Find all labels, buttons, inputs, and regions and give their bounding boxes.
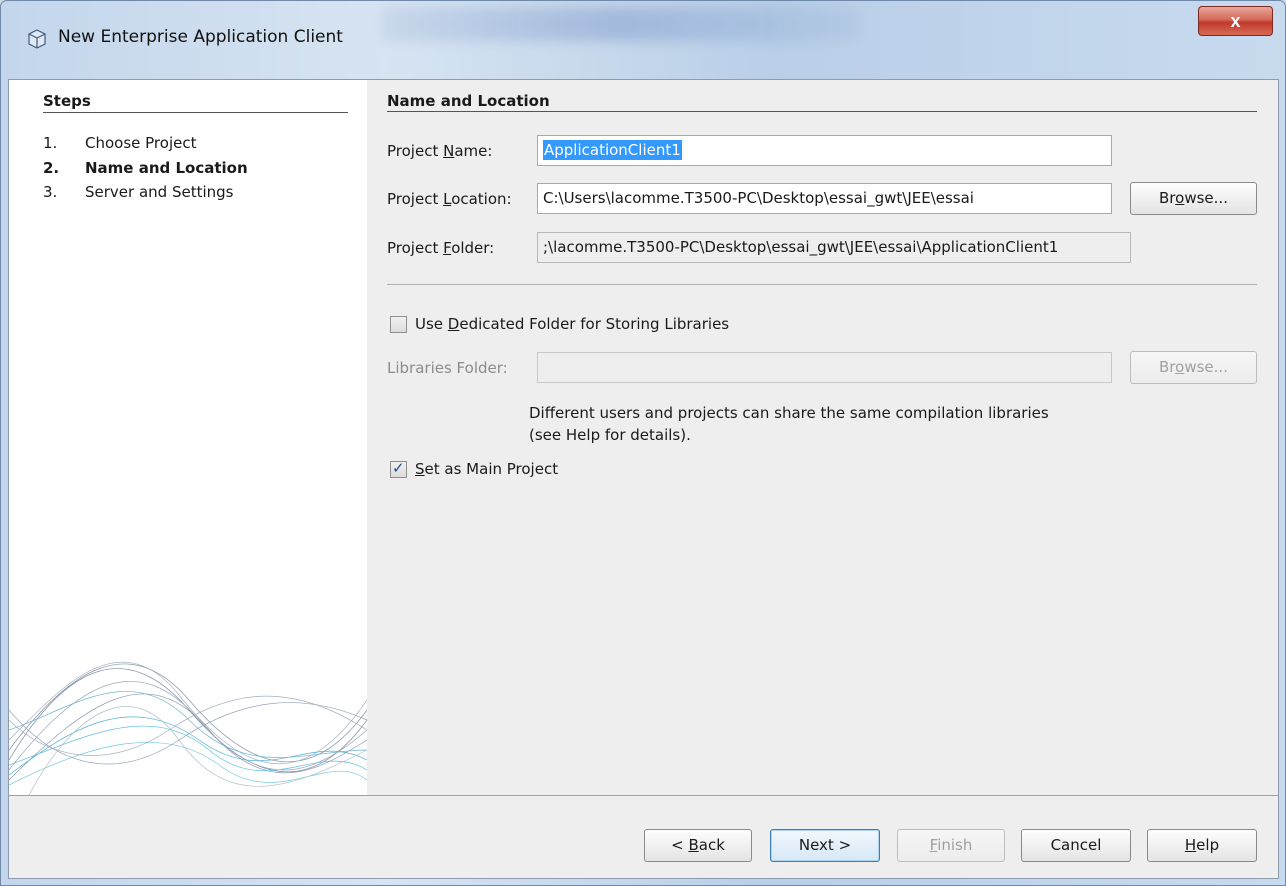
steps-divider xyxy=(43,112,348,113)
decorative-wave-graphic xyxy=(9,661,367,795)
footer-divider xyxy=(9,795,1278,796)
close-icon: x xyxy=(1230,11,1241,31)
close-button[interactable]: x xyxy=(1198,6,1273,36)
project-location-input[interactable]: C:\Users\lacomme.T3500-PC\Desktop\essai_… xyxy=(537,183,1112,214)
main-project-label[interactable]: Set as Main Project xyxy=(415,460,558,478)
libraries-folder-input xyxy=(537,352,1112,383)
step-server-and-settings: 3. Server and Settings xyxy=(43,183,234,201)
project-name-label: Project Name: xyxy=(387,142,493,160)
project-location-label: Project Location: xyxy=(387,190,512,208)
dedicated-folder-label[interactable]: Use Dedicated Folder for Storing Librari… xyxy=(415,315,729,333)
title-bar: New Enterprise Application Client x xyxy=(1,1,1285,81)
background-blur xyxy=(381,7,861,41)
back-button[interactable]: < Back xyxy=(644,829,752,862)
libraries-hint: Different users and projects can share t… xyxy=(529,404,1049,444)
project-name-input[interactable]: ApplicationClient1 xyxy=(537,135,1112,166)
window-title: New Enterprise Application Client xyxy=(58,27,343,47)
netbeans-cube-icon xyxy=(28,29,46,49)
checkmark-icon: ✓ xyxy=(392,459,405,477)
wizard-window: New Enterprise Application Client x Step… xyxy=(0,0,1286,886)
finish-button: Finish xyxy=(897,829,1005,862)
dedicated-folder-checkbox[interactable] xyxy=(390,316,407,333)
next-button[interactable]: Next > xyxy=(770,829,880,862)
main-project-checkbox[interactable]: ✓ xyxy=(390,459,407,478)
libraries-folder-label: Libraries Folder: xyxy=(387,359,508,377)
wizard-body: Steps 1. Choose Project 2. Name and Locati… xyxy=(8,79,1279,879)
cancel-button[interactable]: Cancel xyxy=(1021,829,1131,862)
steps-panel: Steps 1. Choose Project 2. Name and Locati… xyxy=(9,80,367,795)
section-title: Name and Location xyxy=(387,92,550,110)
form-panel: Name and Location Project Name: Applicat… xyxy=(367,80,1280,795)
step-choose-project: 1. Choose Project xyxy=(43,134,197,152)
form-divider xyxy=(387,284,1257,285)
steps-title: Steps xyxy=(43,92,91,110)
browse-libraries-button: Browse... xyxy=(1130,351,1257,384)
help-button[interactable]: Help xyxy=(1147,829,1257,862)
step-name-and-location: 2. Name and Location xyxy=(43,159,248,177)
project-folder-label: Project Folder: xyxy=(387,239,495,257)
browse-location-button[interactable]: Browse... xyxy=(1130,182,1257,215)
project-folder-field: ;\lacomme.T3500-PC\Desktop\essai_gwt\JEE… xyxy=(537,232,1131,263)
section-divider xyxy=(387,111,1257,112)
